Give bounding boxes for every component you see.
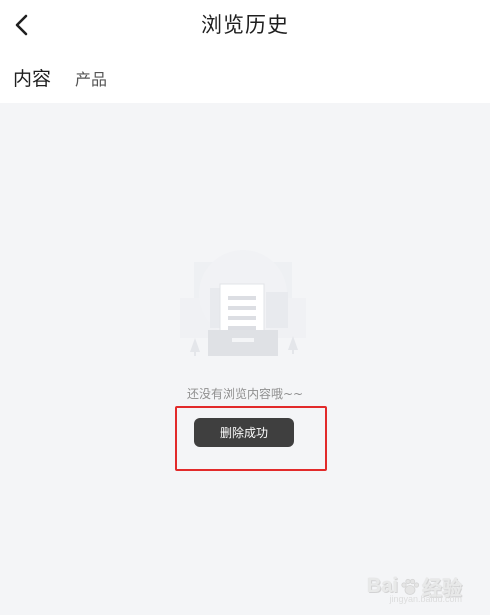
tab-content[interactable]: 内容 [13,64,51,91]
toast-notification: 删除成功 [194,418,294,447]
empty-state-message: 还没有浏览内容哦~~ [186,387,304,401]
watermark-url: jingyan.baidu.com [389,594,462,604]
baidu-jingyan-watermark: Bai 经验 jingyan.baidu.com [367,572,462,604]
tab-products[interactable]: 产品 [75,66,107,90]
page-title: 浏览历史 [201,13,289,37]
header-bar: 浏览历史 内容 产品 [0,0,490,103]
empty-document-box-illustration [180,250,306,356]
